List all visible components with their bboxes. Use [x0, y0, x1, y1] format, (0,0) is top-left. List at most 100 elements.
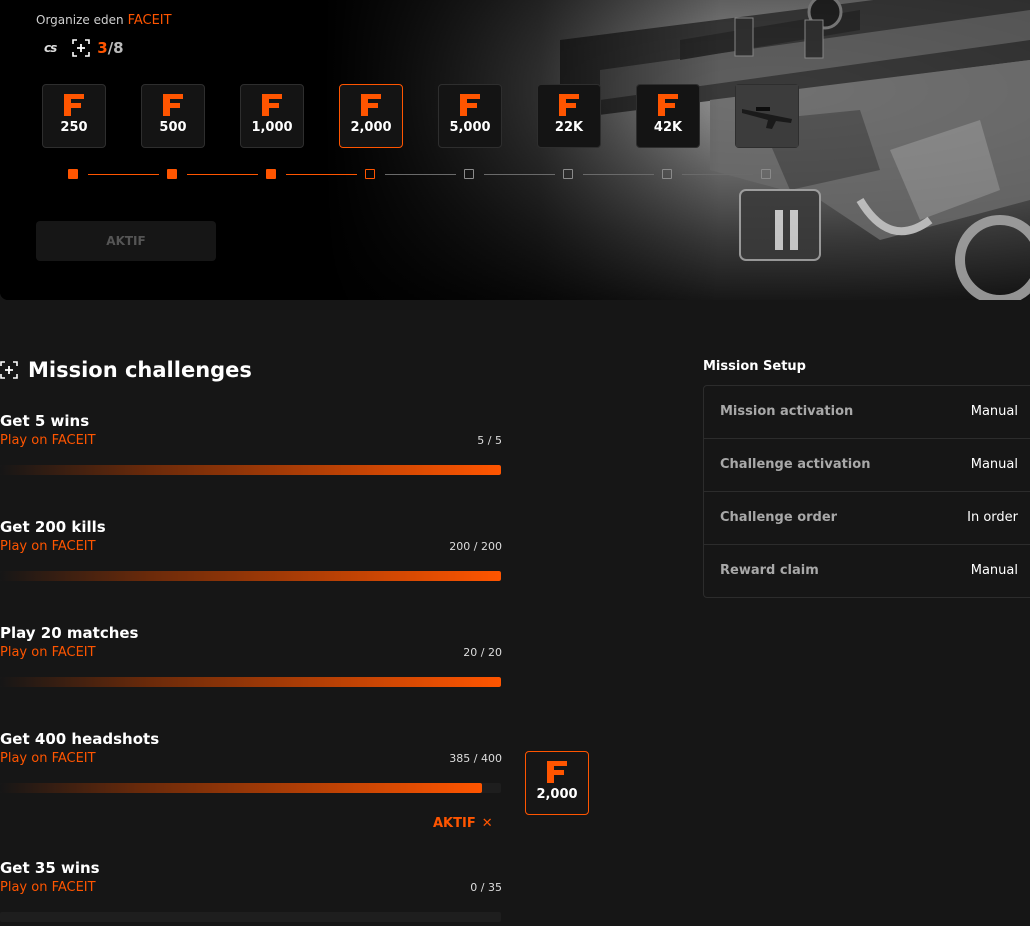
- reward-value: 2,000: [536, 787, 578, 802]
- reward-progress-steps: [68, 169, 788, 181]
- challenge-item: Play 20 matches Play on FACEIT 20 / 20: [0, 624, 502, 660]
- reward-card-7[interactable]: 42K: [636, 84, 700, 148]
- challenge-item: Get 200 kills Play on FACEIT 200 / 200: [0, 518, 502, 554]
- organizer-brand-link[interactable]: FACEIT: [128, 13, 172, 28]
- setup-row: Challenge order In order: [704, 492, 1030, 545]
- activate-challenge-button[interactable]: AKTIF ✕: [433, 816, 493, 831]
- challenge-platform: Play on FACEIT: [0, 433, 96, 448]
- challenge-item: Get 400 headshots Play on FACEIT 385 / 4…: [0, 730, 502, 766]
- section-title: Mission challenges: [28, 358, 252, 382]
- step-connector: [88, 174, 159, 175]
- reward-card-1[interactable]: 250: [42, 84, 106, 148]
- mission-icon: [72, 39, 91, 57]
- faceit-points-icon: [64, 94, 84, 116]
- step-connector: [682, 174, 753, 175]
- mission-challenges-icon: [0, 361, 18, 379]
- setup-value: Manual: [970, 404, 1018, 419]
- reward-value: 5,000: [449, 120, 491, 135]
- close-icon[interactable]: ✕: [482, 816, 493, 831]
- setup-row: Challenge activation Manual: [704, 439, 1030, 492]
- setup-value: In order: [967, 510, 1018, 525]
- setup-label: Challenge order: [720, 510, 838, 525]
- setup-label: Reward claim: [720, 563, 819, 578]
- faceit-points-icon: [658, 94, 678, 116]
- setup-value: Manual: [970, 563, 1018, 578]
- mission-meta: cs 3/8: [44, 38, 124, 58]
- challenge-progress-text: 200 / 200: [449, 540, 502, 553]
- challenge-progress-text: 385 / 400: [449, 752, 502, 765]
- challenge-item: Get 35 wins Play on FACEIT 0 / 35: [0, 859, 502, 895]
- reward-card-3[interactable]: 1,000: [240, 84, 304, 148]
- step-connector: [286, 174, 357, 175]
- step-marker-2: [167, 169, 177, 179]
- setup-label: Challenge activation: [720, 457, 871, 472]
- step-marker-8: [761, 169, 771, 179]
- progress-fill: [0, 571, 501, 581]
- faceit-points-icon: [559, 94, 579, 116]
- step-marker-3: [266, 169, 276, 179]
- challenge-progress-bar: [0, 465, 501, 475]
- challenge-platform: Play on FACEIT: [0, 751, 96, 766]
- reward-card-skin[interactable]: [735, 84, 799, 148]
- challenge-name: Get 35 wins: [0, 859, 100, 877]
- step-marker-4: [365, 169, 375, 179]
- step-connector: [187, 174, 258, 175]
- progress-fill: [0, 465, 501, 475]
- challenge-progress-text: 0 / 35: [470, 881, 502, 894]
- step-connector: [583, 174, 654, 175]
- setup-label: Mission activation: [720, 404, 854, 419]
- faceit-points-icon: [262, 94, 282, 116]
- reward-card-5[interactable]: 5,000: [438, 84, 502, 148]
- step-marker-1: [68, 169, 78, 179]
- faceit-points-icon: [361, 94, 381, 116]
- reward-value: 250: [60, 120, 88, 135]
- challenge-progress-bar: [0, 783, 501, 793]
- challenge-name: Get 200 kills: [0, 518, 106, 536]
- mission-setup-table: Mission activation Manual Challenge acti…: [703, 385, 1030, 598]
- challenge-platform: Play on FACEIT: [0, 645, 96, 660]
- step-marker-6: [563, 169, 573, 179]
- organizer-line: Organize eden FACEIT: [36, 13, 172, 28]
- reward-value: 22K: [554, 120, 584, 135]
- reward-value: 1,000: [251, 120, 293, 135]
- reward-value: 2,000: [350, 120, 392, 135]
- challenge-platform: Play on FACEIT: [0, 880, 96, 895]
- section-header: Mission challenges: [0, 358, 252, 382]
- challenge-reward-card[interactable]: 2,000: [525, 751, 589, 815]
- activate-label: AKTIF: [433, 816, 476, 831]
- faceit-points-icon: [460, 94, 480, 116]
- step-connector: [484, 174, 555, 175]
- game-logo: cs: [44, 41, 57, 55]
- mission-progress-count: 3/8: [97, 39, 124, 57]
- faceit-points-icon: [163, 94, 183, 116]
- weapon-skin-image: [736, 85, 798, 147]
- challenge-platform: Play on FACEIT: [0, 539, 96, 554]
- setup-row: Reward claim Manual: [704, 545, 1030, 597]
- reward-card-2[interactable]: 500: [141, 84, 205, 148]
- challenge-item: Get 5 wins Play on FACEIT 5 / 5: [0, 412, 502, 448]
- progress-fill: [0, 783, 483, 793]
- challenge-name: Get 5 wins: [0, 412, 90, 430]
- challenge-name: Play 20 matches: [0, 624, 139, 642]
- setup-value: Manual: [970, 457, 1018, 472]
- reward-card-6[interactable]: 22K: [537, 84, 601, 148]
- progress-fill: [0, 677, 501, 687]
- setup-row: Mission activation Manual: [704, 386, 1030, 439]
- challenge-progress-text: 5 / 5: [477, 434, 502, 447]
- faceit-points-icon: [547, 761, 567, 783]
- challenge-progress-bar: [0, 571, 501, 581]
- mission-hero-banner: Organize eden FACEIT cs 3/8 250 500 1,000…: [0, 0, 1030, 300]
- activate-mission-button[interactable]: AKTIF: [36, 221, 216, 261]
- reward-value: 500: [159, 120, 187, 135]
- reward-value: 42K: [653, 120, 683, 135]
- step-marker-7: [662, 169, 672, 179]
- challenge-name: Get 400 headshots: [0, 730, 160, 748]
- challenge-progress-bar: [0, 677, 501, 687]
- challenge-progress-bar: [0, 912, 501, 922]
- step-marker-5: [464, 169, 474, 179]
- reward-card-4[interactable]: 2,000: [339, 84, 403, 148]
- challenge-progress-text: 20 / 20: [463, 646, 502, 659]
- organizer-prefix: Organize eden: [36, 13, 124, 27]
- step-connector: [385, 174, 456, 175]
- mission-setup-title: Mission Setup: [703, 359, 806, 374]
